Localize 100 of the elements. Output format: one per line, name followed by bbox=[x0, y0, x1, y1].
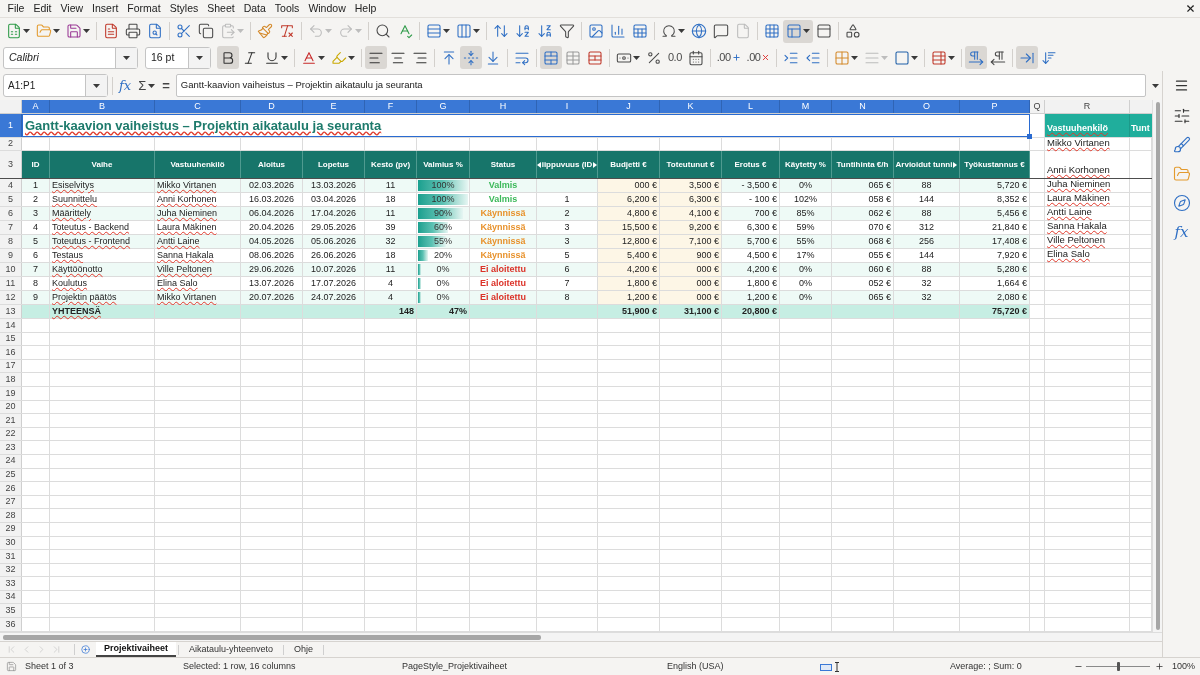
function-wizard-button[interactable]: fx bbox=[117, 79, 134, 92]
navigator-button[interactable] bbox=[1172, 194, 1191, 212]
menu-item[interactable]: Format bbox=[122, 3, 166, 14]
menu-item[interactable]: Data bbox=[239, 3, 271, 14]
functions-button[interactable]: fx bbox=[1174, 223, 1189, 241]
row-number[interactable]: 35 bbox=[0, 604, 22, 618]
column-letter[interactable]: D bbox=[241, 100, 303, 113]
add-sheet-button[interactable] bbox=[81, 645, 90, 654]
name-box-dropdown[interactable] bbox=[85, 75, 107, 96]
table-cell: 05.06.2026 bbox=[303, 235, 365, 248]
freeze-button[interactable] bbox=[783, 19, 813, 43]
align-middle-button[interactable] bbox=[460, 46, 482, 69]
font-name-field[interactable]: Calibri bbox=[3, 46, 138, 69]
font-size-dropdown[interactable] bbox=[188, 47, 210, 68]
column-letter[interactable]: L bbox=[722, 100, 780, 113]
row-number[interactable]: 4 bbox=[0, 179, 22, 192]
column-letter[interactable]: J bbox=[598, 100, 660, 113]
menu-item[interactable]: View bbox=[56, 3, 88, 14]
text-direction-button[interactable] bbox=[1016, 46, 1039, 69]
row-number[interactable]: 14 bbox=[0, 319, 22, 332]
expand-formula-button[interactable] bbox=[1150, 83, 1160, 88]
column-letter[interactable]: O bbox=[894, 100, 960, 113]
add-decimal-button[interactable]: .00 bbox=[713, 46, 744, 69]
gallery-button[interactable] bbox=[1172, 165, 1191, 183]
column-letter[interactable]: A bbox=[22, 100, 50, 113]
table-cell: Mikko Virtanen bbox=[1045, 138, 1130, 150]
menu-item[interactable]: Styles bbox=[165, 3, 203, 14]
sheet-tab[interactable]: Projektivaiheet bbox=[96, 642, 177, 657]
row-number[interactable]: 36 bbox=[0, 618, 22, 631]
percent-text: 55% bbox=[434, 234, 452, 248]
column-letter[interactable]: I bbox=[537, 100, 598, 113]
row-number[interactable]: 33 bbox=[0, 577, 22, 590]
row-number[interactable]: 7 bbox=[0, 221, 22, 234]
table-cell: 17.07.2026 bbox=[303, 277, 365, 290]
row-number[interactable]: 13 bbox=[0, 305, 22, 318]
menu-item[interactable]: Window bbox=[303, 3, 351, 14]
row-number[interactable]: 8 bbox=[0, 235, 22, 248]
standard-format-button[interactable]: 0.0 bbox=[665, 46, 685, 69]
name-box[interactable]: A1:P1 bbox=[3, 74, 108, 97]
row-number[interactable]: 26 bbox=[0, 482, 22, 495]
font-size-field[interactable]: 16 pt bbox=[145, 46, 211, 69]
row-number[interactable]: 5 bbox=[0, 193, 22, 206]
row-number[interactable]: 10 bbox=[0, 263, 22, 276]
table-cell: 8 bbox=[537, 291, 598, 304]
table-cell: Ville Peltonen bbox=[1045, 235, 1130, 248]
scrollbar-thumb[interactable] bbox=[3, 634, 541, 640]
bold-button[interactable] bbox=[217, 46, 239, 69]
table-cell: YHTEENSÄ bbox=[50, 305, 155, 318]
column-letter[interactable]: C bbox=[155, 100, 241, 113]
zoom-slider[interactable] bbox=[1086, 662, 1150, 671]
column-letter[interactable]: M bbox=[780, 100, 832, 113]
column-letter[interactable]: H bbox=[470, 100, 537, 113]
row-number[interactable]: 23 bbox=[0, 441, 22, 454]
row-number[interactable]: 21 bbox=[0, 414, 22, 427]
row-number[interactable]: 1 bbox=[0, 114, 22, 137]
close-document-button[interactable] bbox=[1185, 3, 1196, 14]
column-letter[interactable]: B bbox=[50, 100, 155, 113]
sheet-tab[interactable]: Ohje bbox=[286, 642, 322, 657]
menu-item[interactable]: Sheet bbox=[202, 3, 240, 14]
menu-item[interactable]: Edit bbox=[28, 3, 56, 14]
row-number[interactable]: 18 bbox=[0, 373, 22, 386]
table-cell: 2 bbox=[22, 193, 50, 206]
column-letter[interactable]: K bbox=[660, 100, 722, 113]
row-number[interactable]: 12 bbox=[0, 291, 22, 304]
align-left-button[interactable] bbox=[365, 46, 387, 69]
menu-item[interactable]: Tools bbox=[270, 3, 304, 14]
menu-item[interactable]: Insert bbox=[87, 3, 123, 14]
styles-button[interactable] bbox=[1172, 136, 1191, 154]
row-number[interactable]: 11 bbox=[0, 277, 22, 290]
caret-icon bbox=[53, 29, 60, 33]
horizontal-scrollbar[interactable] bbox=[0, 632, 1162, 641]
row-number[interactable]: 28 bbox=[0, 509, 22, 522]
formula-input[interactable]: Gantt-kaavion vaiheistus – Projektin aikataulu ja seuranta bbox=[175, 74, 1146, 97]
formula-button[interactable]: = bbox=[160, 79, 172, 92]
row-number[interactable]: 2 bbox=[0, 138, 22, 150]
properties-button[interactable] bbox=[1172, 107, 1191, 125]
delete-decimal-button[interactable]: .00 bbox=[743, 46, 774, 69]
merge-center-button[interactable] bbox=[540, 46, 562, 69]
column-letter[interactable]: P bbox=[960, 100, 1030, 113]
sum-button[interactable]: Σ bbox=[137, 79, 157, 92]
page-style: PageStyle_Projektivaiheet bbox=[402, 659, 509, 673]
column-letter[interactable]: E bbox=[303, 100, 365, 113]
row-number[interactable]: 31 bbox=[0, 550, 22, 563]
row-number[interactable]: 3 bbox=[0, 151, 22, 178]
row-number[interactable]: 16 bbox=[0, 346, 22, 359]
zoom-slider-thumb[interactable] bbox=[1116, 662, 1120, 671]
font-name-dropdown[interactable] bbox=[115, 47, 137, 68]
column-letter[interactable]: Q bbox=[1030, 100, 1045, 113]
column-letter[interactable]: N bbox=[832, 100, 894, 113]
row-number[interactable]: 9 bbox=[0, 249, 22, 262]
column-letter[interactable]: G bbox=[417, 100, 470, 113]
fill-handle[interactable] bbox=[1027, 134, 1032, 139]
sheet-tab[interactable]: Aikataulu-yhteenveto bbox=[181, 642, 282, 657]
column-letter[interactable]: F bbox=[365, 100, 417, 113]
menu-item[interactable]: File bbox=[3, 3, 29, 14]
menu-item[interactable]: Help bbox=[350, 3, 381, 14]
spellcheck-icon bbox=[397, 23, 413, 39]
align-top-icon bbox=[441, 49, 457, 66]
left-to-right-button[interactable] bbox=[965, 46, 988, 69]
row-number[interactable]: 6 bbox=[0, 207, 22, 220]
